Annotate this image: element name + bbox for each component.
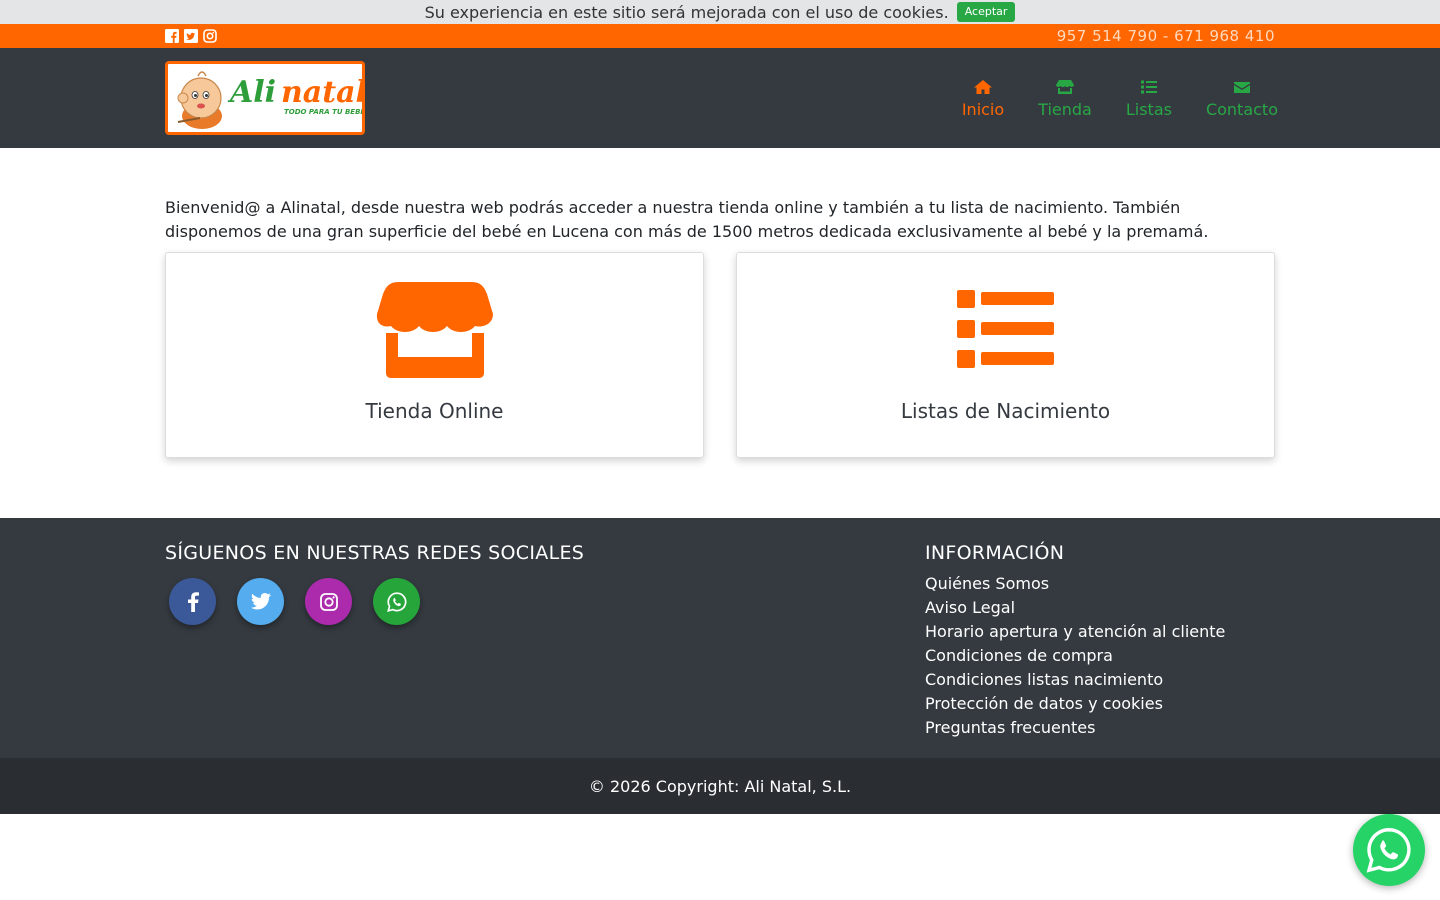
link-preguntas-frecuentes[interactable]: Preguntas frecuentes (925, 716, 1275, 740)
main-content: Bienvenid@ a Alinatal, desde nuestra web… (0, 148, 1440, 518)
list-icon (1140, 77, 1158, 97)
card-tienda-online[interactable]: Tienda Online (165, 252, 704, 458)
link-condiciones-compra[interactable]: Condiciones de compra (925, 644, 1275, 668)
footer-info: INFORMACIÓN Quiénes Somos Aviso Legal Ho… (925, 542, 1275, 758)
feature-cards: Tienda Online Listas de Nacimiento (165, 252, 1275, 458)
nav-inicio[interactable]: Inicio (945, 77, 1021, 119)
copyright-bar: © 2026 Copyright: Ali Natal, S.L. (0, 758, 1440, 814)
card-listas-nacimiento[interactable]: Listas de Nacimiento (736, 252, 1275, 458)
contact-phone: 957 514 790 - 671 968 410 (1056, 27, 1275, 45)
nav-label: Listas (1125, 100, 1172, 119)
facebook-square-icon[interactable] (165, 29, 179, 43)
footer-social: SÍGUENOS EN NUESTRAS REDES SOCIALES (165, 542, 584, 758)
intro-text: Bienvenid@ a Alinatal, desde nuestra web… (165, 198, 1209, 241)
whatsapp-icon (1366, 828, 1411, 873)
link-horario[interactable]: Horario apertura y atención al cliente (925, 620, 1275, 644)
twitter-square-icon[interactable] (184, 29, 198, 43)
facebook-button[interactable] (169, 578, 216, 625)
site-footer: SÍGUENOS EN NUESTRAS REDES SOCIALES INFO… (0, 518, 1440, 758)
logo-tagline: TODO PARA TU BEBÉ (284, 107, 362, 116)
main-nav: Inicio Tienda Listas Contacto (945, 77, 1278, 119)
logo-text-ali: Ali (227, 75, 276, 110)
info-heading: INFORMACIÓN (925, 542, 1065, 564)
social-buttons (165, 578, 584, 625)
social-heading: SÍGUENOS EN NUESTRAS REDES SOCIALES (165, 542, 585, 564)
whatsapp-icon (386, 591, 406, 612)
site-header: Ali natal TODO PARA TU BEBÉ Inicio Tiend… (0, 48, 1440, 148)
home-icon (973, 77, 993, 97)
nav-listas[interactable]: Listas (1109, 77, 1189, 119)
link-aviso-legal[interactable]: Aviso Legal (925, 596, 1275, 620)
envelope-icon (1233, 77, 1251, 97)
copyright-text: © 2026 Copyright: Ali Natal, S.L. (588, 776, 852, 796)
nav-contacto[interactable]: Contacto (1189, 77, 1278, 119)
card-title: Listas de Nacimiento (900, 399, 1111, 423)
store-icon (1055, 77, 1075, 97)
top-social-links (165, 29, 217, 43)
top-bar: 957 514 790 - 671 968 410 (0, 24, 1440, 48)
instagram-icon (319, 592, 338, 611)
accept-cookies-button[interactable]: Aceptar (956, 2, 1016, 22)
store-icon (376, 281, 494, 379)
twitter-icon (250, 593, 271, 610)
cookie-bar: Su experiencia en este sitio será mejora… (0, 0, 1440, 24)
list-icon (956, 281, 1055, 379)
instagram-button[interactable] (305, 578, 352, 625)
link-proteccion-datos[interactable]: Protección de datos y cookies (925, 692, 1275, 716)
instagram-icon[interactable] (203, 29, 217, 43)
twitter-button[interactable] (237, 578, 284, 625)
nav-label: Inicio (961, 100, 1005, 119)
link-condiciones-listas[interactable]: Condiciones listas nacimiento (925, 668, 1275, 692)
nav-label: Contacto (1205, 100, 1278, 119)
nav-label: Tienda (1038, 100, 1092, 119)
facebook-icon (187, 591, 199, 612)
whatsapp-button[interactable] (373, 578, 420, 625)
link-quienes-somos[interactable]: Quiénes Somos (925, 572, 1275, 596)
logo-text-natal: natal (281, 75, 362, 110)
alinatal-logo[interactable]: Ali natal TODO PARA TU BEBÉ (165, 61, 365, 135)
nav-tienda[interactable]: Tienda (1021, 77, 1109, 119)
cookie-message: Su experiencia en este sitio será mejora… (424, 2, 949, 22)
whatsapp-float-button[interactable] (1353, 814, 1425, 886)
card-title: Tienda Online (365, 399, 504, 423)
